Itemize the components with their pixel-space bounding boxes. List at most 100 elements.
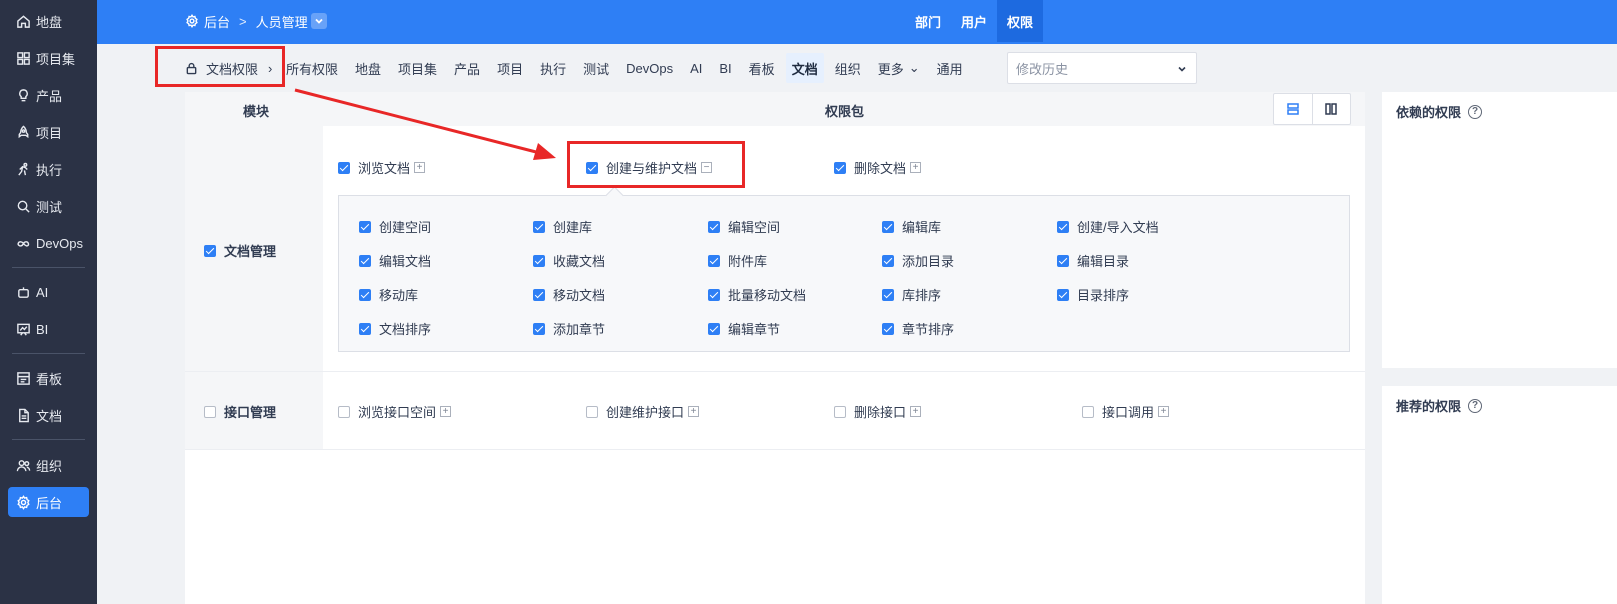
sidebar-item-admin[interactable]: 后台 xyxy=(8,487,89,517)
sub-permission-item[interactable]: 编辑章节 xyxy=(708,319,780,338)
chevron-down-icon[interactable] xyxy=(310,13,327,29)
tab-general[interactable]: 通用 xyxy=(931,53,969,83)
package-checkbox[interactable] xyxy=(338,405,350,418)
sub-permission-item[interactable]: 库排序 xyxy=(882,285,941,304)
nav-tab-department[interactable]: 部门 xyxy=(905,0,951,42)
breadcrumb-current[interactable]: 人员管理 xyxy=(256,12,308,31)
sub-permission-checkbox[interactable] xyxy=(1057,254,1069,267)
sub-permission-item[interactable]: 文档排序 xyxy=(359,319,431,338)
module-checkbox[interactable] xyxy=(204,405,216,418)
sidebar-item-project[interactable]: 项目 xyxy=(8,117,89,147)
tab-product[interactable]: 产品 xyxy=(448,53,486,83)
sub-permission-item[interactable]: 创建/导入文档 xyxy=(1057,217,1159,236)
sidebar-item-product[interactable]: 产品 xyxy=(8,80,89,110)
tab-all[interactable]: 所有权限 xyxy=(280,53,344,83)
package-delete-api[interactable]: 删除接口 + xyxy=(834,402,922,421)
expand-plus-icon[interactable]: + xyxy=(440,406,452,417)
sub-permission-item[interactable]: 附件库 xyxy=(708,251,767,270)
sub-permission-item[interactable]: 移动库 xyxy=(359,285,418,304)
sidebar-item-bi[interactable]: BI xyxy=(8,314,89,344)
sub-permission-checkbox[interactable] xyxy=(882,288,894,301)
tab-more[interactable]: 更多 ⌄ xyxy=(872,53,926,83)
sidebar-item-org[interactable]: 组织 xyxy=(8,450,89,480)
sub-permission-checkbox[interactable] xyxy=(533,322,545,335)
sub-permission-item[interactable]: 编辑文档 xyxy=(359,251,431,270)
sidebar-item-test[interactable]: 测试 xyxy=(8,191,89,221)
sub-permission-checkbox[interactable] xyxy=(533,220,545,233)
package-checkbox[interactable] xyxy=(1082,405,1094,418)
sub-permission-checkbox[interactable] xyxy=(1057,220,1069,233)
sub-permission-checkbox[interactable] xyxy=(882,220,894,233)
package-delete-doc[interactable]: 删除文档 + xyxy=(834,158,922,177)
sub-permission-checkbox[interactable] xyxy=(1057,288,1069,301)
tab-program[interactable]: 项目集 xyxy=(392,53,443,83)
breadcrumb-root[interactable]: 后台 xyxy=(204,12,230,31)
tab-execution[interactable]: 执行 xyxy=(534,53,572,83)
module-api-management[interactable]: 接口管理 xyxy=(204,402,276,421)
sub-permission-checkbox[interactable] xyxy=(708,288,720,301)
history-select[interactable]: 修改历史 xyxy=(1007,52,1197,84)
sub-permission-item[interactable]: 添加章节 xyxy=(533,319,605,338)
module-doc-management[interactable]: 文档管理 xyxy=(204,241,276,260)
sub-permission-item[interactable]: 收藏文档 xyxy=(533,251,605,270)
sidebar-item-home[interactable]: 地盘 xyxy=(8,6,89,36)
expand-plus-icon[interactable]: + xyxy=(910,162,922,173)
tab-test[interactable]: 测试 xyxy=(577,53,615,83)
tab-doc[interactable]: 文档 xyxy=(785,53,824,83)
sub-permission-item[interactable]: 批量移动文档 xyxy=(708,285,806,304)
sub-permission-item[interactable]: 章节排序 xyxy=(882,319,954,338)
package-checkbox[interactable] xyxy=(834,405,846,418)
package-checkbox[interactable] xyxy=(338,161,350,174)
sub-permission-item[interactable]: 移动文档 xyxy=(533,285,605,304)
sub-permission-item[interactable]: 创建库 xyxy=(533,217,592,236)
expand-plus-icon[interactable]: + xyxy=(414,162,426,173)
help-icon[interactable]: ? xyxy=(1468,398,1483,413)
sidebar-item-program[interactable]: 项目集 xyxy=(8,43,89,73)
sub-permission-checkbox[interactable] xyxy=(359,254,371,267)
nav-tab-user[interactable]: 用户 xyxy=(951,0,997,42)
sub-permission-checkbox[interactable] xyxy=(708,220,720,233)
sub-permission-item[interactable]: 编辑目录 xyxy=(1057,251,1129,270)
package-api-call[interactable]: 接口调用 + xyxy=(1082,402,1170,421)
nav-tab-permission[interactable]: 权限 xyxy=(997,0,1044,42)
sub-permission-checkbox[interactable] xyxy=(882,254,894,267)
sub-permission-checkbox[interactable] xyxy=(882,322,894,335)
sidebar-item-label: 执行 xyxy=(36,162,63,178)
sidebar-item-kanban[interactable]: 看板 xyxy=(8,363,89,393)
sub-permission-checkbox[interactable] xyxy=(533,288,545,301)
sub-permission-item[interactable]: 编辑库 xyxy=(882,217,941,236)
expand-plus-icon[interactable]: + xyxy=(688,406,700,417)
tab-kanban[interactable]: 看板 xyxy=(743,53,781,83)
sub-permission-checkbox[interactable] xyxy=(359,288,371,301)
sub-permission-item[interactable]: 目录排序 xyxy=(1057,285,1129,304)
tab-my[interactable]: 地盘 xyxy=(349,53,387,83)
tab-project[interactable]: 项目 xyxy=(491,53,529,83)
package-checkbox[interactable] xyxy=(834,161,846,174)
package-create-maintain-api[interactable]: 创建维护接口 + xyxy=(586,402,700,421)
tab-bi[interactable]: BI xyxy=(713,53,737,83)
list-view-button[interactable] xyxy=(1274,94,1312,124)
sub-permission-checkbox[interactable] xyxy=(359,220,371,233)
sidebar-item-devops[interactable]: DevOps xyxy=(8,228,89,258)
help-icon[interactable]: ? xyxy=(1468,104,1483,119)
sub-permission-checkbox[interactable] xyxy=(359,322,371,335)
package-browse-doc[interactable]: 浏览文档 + xyxy=(338,158,426,177)
tab-ai[interactable]: AI xyxy=(684,53,708,83)
tab-org[interactable]: 组织 xyxy=(829,53,867,83)
package-browse-api-space[interactable]: 浏览接口空间 + xyxy=(338,402,452,421)
sub-permission-item[interactable]: 编辑空间 xyxy=(708,217,780,236)
sidebar-item-execution[interactable]: 执行 xyxy=(8,154,89,184)
column-view-button[interactable] xyxy=(1311,94,1351,124)
sub-permission-checkbox[interactable] xyxy=(708,254,720,267)
expand-plus-icon[interactable]: + xyxy=(910,406,922,417)
package-checkbox[interactable] xyxy=(586,405,598,418)
sub-permission-checkbox[interactable] xyxy=(533,254,545,267)
sub-permission-item[interactable]: 添加目录 xyxy=(882,251,954,270)
sidebar-item-ai[interactable]: AI xyxy=(8,277,89,307)
tab-devops[interactable]: DevOps xyxy=(620,53,679,83)
sidebar-item-doc[interactable]: 文档 xyxy=(8,400,89,430)
sub-permission-checkbox[interactable] xyxy=(708,322,720,335)
sub-permission-item[interactable]: 创建空间 xyxy=(359,217,431,236)
module-checkbox[interactable] xyxy=(204,244,216,257)
expand-plus-icon[interactable]: + xyxy=(1158,406,1170,417)
